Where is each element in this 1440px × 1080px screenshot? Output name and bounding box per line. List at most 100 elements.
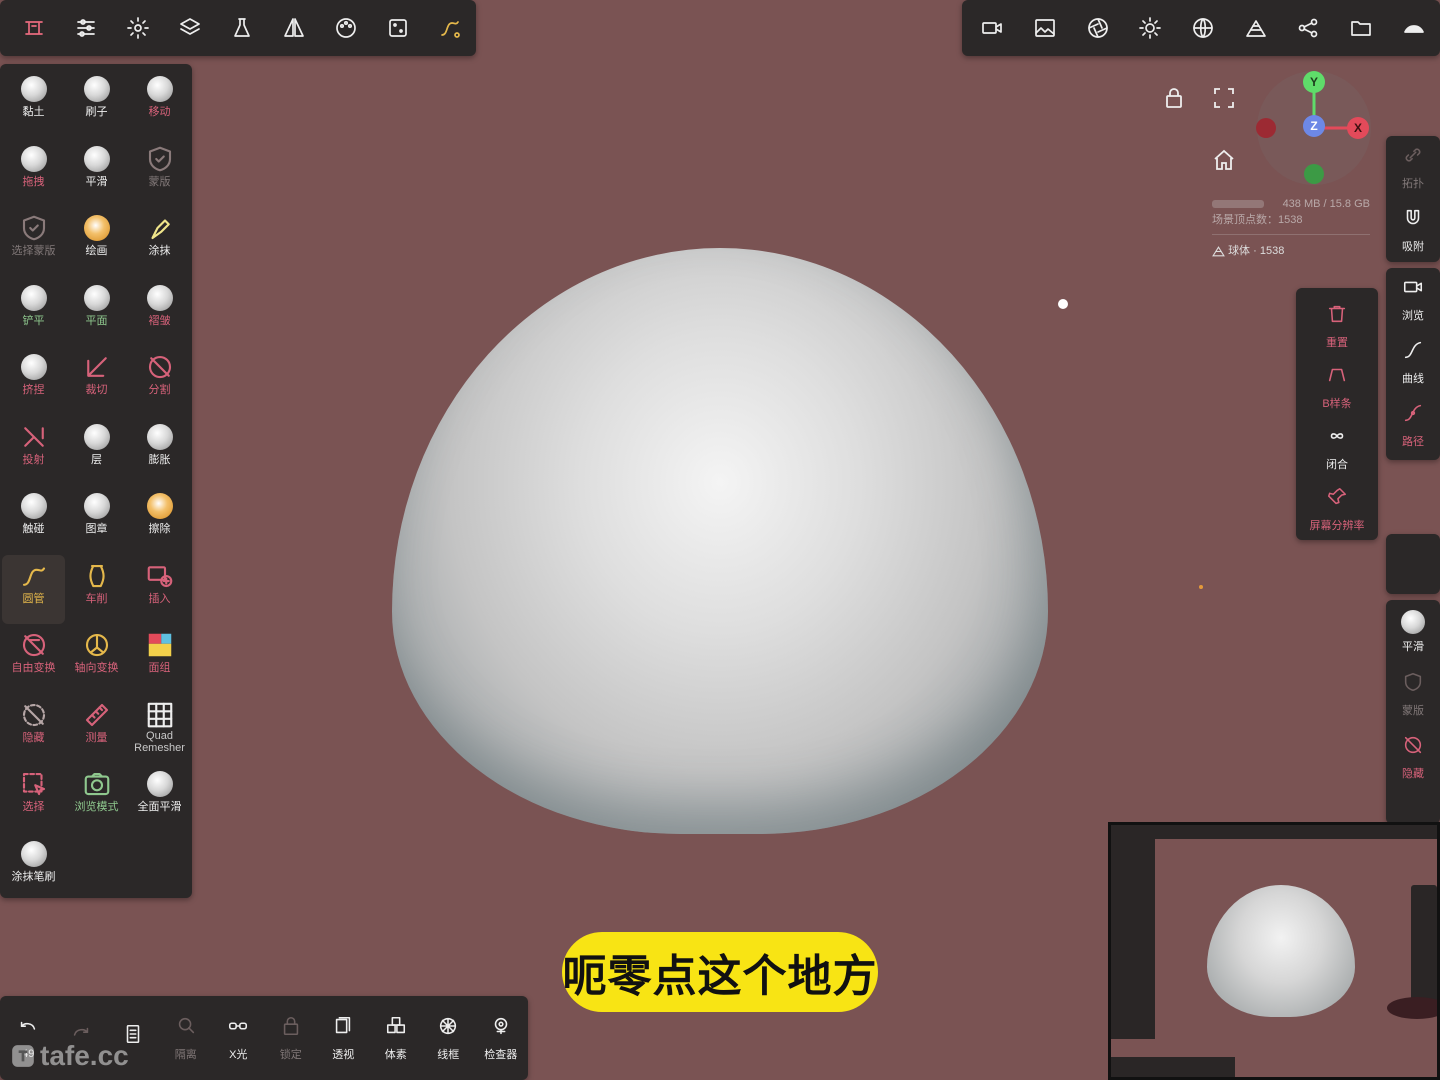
gear-icon[interactable]: [112, 0, 164, 56]
light-point[interactable]: [1058, 299, 1068, 309]
tool-15[interactable]: 投射: [2, 416, 65, 486]
tool-6[interactable]: 选择蒙版: [2, 207, 65, 277]
option-infinity[interactable]: 闭合: [1296, 418, 1378, 479]
tool-19[interactable]: 图章: [65, 485, 128, 555]
sliders-icon[interactable]: [60, 0, 112, 56]
tool-29[interactable]: Quad Remesher: [128, 694, 191, 764]
sphere-mesh[interactable]: [392, 248, 1048, 834]
tool-label: 蒙版: [148, 175, 171, 188]
image-icon[interactable]: [1019, 0, 1072, 56]
tool-label: 选择蒙版: [11, 245, 56, 257]
tool-26[interactable]: 面组: [128, 624, 191, 694]
sun-icon[interactable]: [1124, 0, 1177, 56]
right-item-video[interactable]: 浏览: [1386, 268, 1440, 331]
tool-8[interactable]: 涂抹: [128, 207, 191, 277]
right-item-hide[interactable]: 隐藏: [1386, 726, 1440, 789]
right-item-path[interactable]: 路径: [1386, 394, 1440, 457]
inspector-icon: [490, 1015, 512, 1042]
right-item-link[interactable]: 拓扑: [1386, 136, 1440, 199]
ball-icon: [19, 283, 49, 313]
bottom-glasses[interactable]: X光: [212, 1003, 265, 1073]
ball-icon: [82, 74, 112, 104]
right-item-smooth[interactable]: 平滑: [1386, 600, 1440, 663]
mesh-label: 球体 · 1538: [1228, 245, 1285, 257]
layers-icon[interactable]: [164, 0, 216, 56]
bottom-label: 检查器: [484, 1048, 518, 1061]
tool-0[interactable]: 黏土: [2, 68, 65, 138]
bottom-lock[interactable]: 锁定: [265, 1003, 318, 1073]
bottom-label: 线框: [437, 1048, 460, 1061]
option-trash[interactable]: 重置: [1296, 296, 1378, 357]
lock-icon[interactable]: [1160, 84, 1188, 112]
ball-icon: [19, 491, 49, 521]
tool-label: 挤捏: [22, 384, 45, 396]
watermark-text: tafe.cc: [40, 1040, 129, 1071]
tool-1[interactable]: 刷子: [65, 68, 128, 138]
tool-10[interactable]: 平面: [65, 277, 128, 347]
mesh-item[interactable]: 球体 · 1538: [1212, 243, 1370, 259]
folder-icon[interactable]: [1335, 0, 1388, 56]
tool-20[interactable]: 擦除: [128, 485, 191, 555]
ball-icon: [19, 74, 49, 104]
tool-label: 拖拽: [22, 175, 45, 188]
fullscreen-icon[interactable]: [1210, 84, 1238, 112]
tool-33[interactable]: 涂抹笔刷: [2, 833, 65, 903]
right-panel-collapsed[interactable]: [1386, 534, 1440, 594]
right-item-magnet[interactable]: 吸附: [1386, 199, 1440, 262]
home-icon[interactable]: [1210, 146, 1238, 174]
tool-label: 选择: [22, 801, 45, 813]
tool-24[interactable]: 自由变换: [2, 624, 65, 694]
tool-27[interactable]: 隐藏: [2, 694, 65, 764]
tool-7[interactable]: 绘画: [65, 207, 128, 277]
scene-icon[interactable]: [1229, 0, 1282, 56]
perspective-icon: [332, 1015, 354, 1042]
globe-icon[interactable]: [1177, 0, 1230, 56]
right-item-curve[interactable]: 曲线: [1386, 331, 1440, 394]
tool-label: 平滑: [85, 175, 108, 188]
tool-23[interactable]: 插入: [128, 555, 191, 625]
bottom-perspective[interactable]: 透视: [317, 1003, 370, 1073]
orientation-gizmo[interactable]: Y X Z: [1254, 70, 1374, 186]
tool-5[interactable]: 蒙版: [128, 138, 191, 208]
right-item-mask[interactable]: 蒙版: [1386, 663, 1440, 726]
bottom-voxel[interactable]: 体素: [370, 1003, 423, 1073]
aperture-icon[interactable]: [1071, 0, 1124, 56]
camera-icon[interactable]: [966, 0, 1019, 56]
flask-icon[interactable]: [216, 0, 268, 56]
tool-18[interactable]: 触碰: [2, 485, 65, 555]
tool-13[interactable]: 裁切: [65, 346, 128, 416]
tool-12[interactable]: 挤捏: [2, 346, 65, 416]
scene-info: 438 MB / 15.8 GB 场景顶点数：1538 球体 · 1538: [1212, 196, 1370, 259]
ball-icon: [19, 352, 49, 382]
symmetry-icon[interactable]: [268, 0, 320, 56]
tool-30[interactable]: 选择: [2, 763, 65, 833]
bottom-inspector[interactable]: 检查器: [475, 1003, 528, 1073]
bottom-search[interactable]: 隔离: [160, 1003, 213, 1073]
tool-32[interactable]: 全面平滑: [128, 763, 191, 833]
tool-16[interactable]: 层: [65, 416, 128, 486]
tools-icon[interactable]: [8, 0, 60, 56]
tool-3[interactable]: 拖拽: [2, 138, 65, 208]
tool-17[interactable]: 膨胀: [128, 416, 191, 486]
gizmo-y-label: Y: [1310, 75, 1318, 89]
tool-9[interactable]: 铲平: [2, 277, 65, 347]
option-pin[interactable]: 屏幕分辨率: [1296, 479, 1378, 540]
share-icon[interactable]: [1282, 0, 1335, 56]
tool-4[interactable]: 平滑: [65, 138, 128, 208]
tool-28[interactable]: 测量: [65, 694, 128, 764]
dice-icon[interactable]: [372, 0, 424, 56]
tool-2[interactable]: 移动: [128, 68, 191, 138]
tool-11[interactable]: 褶皱: [128, 277, 191, 347]
bottom-wireframe[interactable]: 线框: [422, 1003, 475, 1073]
mesh-icon[interactable]: [1387, 0, 1440, 56]
tool-31[interactable]: 浏览模式: [65, 763, 128, 833]
tool-14[interactable]: 分割: [128, 346, 191, 416]
tool-21[interactable]: 圆管: [2, 554, 65, 624]
tool-25[interactable]: 轴向变换: [65, 624, 128, 694]
tube-icon[interactable]: [424, 0, 476, 56]
tool-label: 涂抹笔刷: [11, 870, 56, 883]
tool-22[interactable]: 车削: [65, 555, 128, 625]
gizmo-x-label: X: [1354, 121, 1362, 135]
palette-icon[interactable]: [320, 0, 372, 56]
option-bspline[interactable]: B样条: [1296, 357, 1378, 418]
